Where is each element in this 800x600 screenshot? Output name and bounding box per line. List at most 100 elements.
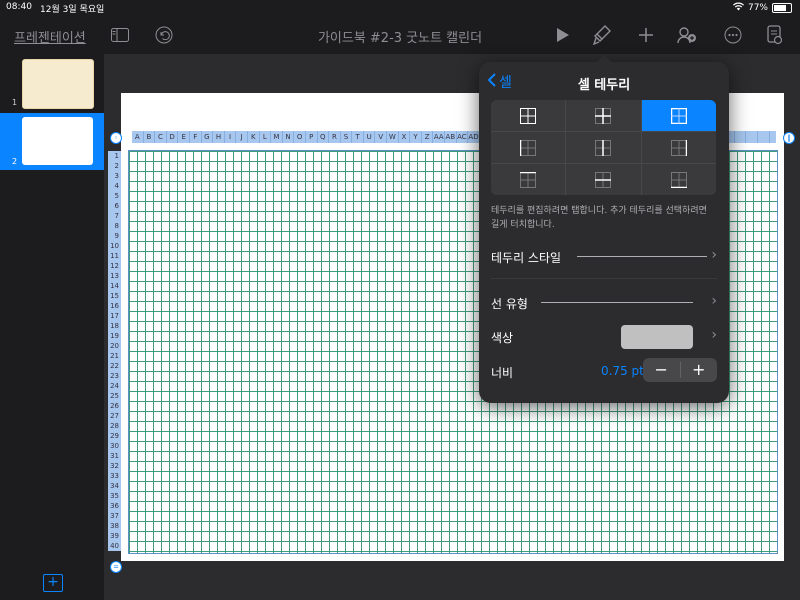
row-header[interactable]: 10 — [108, 241, 121, 251]
row-header[interactable]: 27 — [108, 411, 121, 421]
column-header[interactable] — [770, 131, 776, 143]
column-header[interactable] — [746, 131, 759, 143]
column-header[interactable]: F — [190, 131, 202, 143]
border-bottom-icon[interactable] — [641, 164, 716, 195]
column-header[interactable]: M — [271, 131, 283, 143]
column-header[interactable]: R — [329, 131, 341, 143]
row-header[interactable]: 17 — [108, 311, 121, 321]
row-header[interactable]: 33 — [108, 471, 121, 481]
row-header[interactable]: 2 — [108, 161, 121, 171]
border-outside-icon[interactable] — [641, 100, 716, 131]
row-header[interactable]: 1 — [108, 151, 121, 161]
row-header[interactable]: 38 — [108, 521, 121, 531]
column-header[interactable]: Z — [422, 131, 434, 143]
row-header[interactable]: 23 — [108, 371, 121, 381]
column-header[interactable]: C — [155, 131, 167, 143]
row-header[interactable]: 18 — [108, 321, 121, 331]
row-header[interactable]: 7 — [108, 211, 121, 221]
border-right-icon[interactable] — [641, 132, 716, 163]
row-header[interactable]: 32 — [108, 461, 121, 471]
row-header[interactable]: 35 — [108, 491, 121, 501]
border-vertical-center-icon[interactable] — [566, 132, 641, 163]
row-header[interactable]: 29 — [108, 431, 121, 441]
row-header[interactable]: 11 — [108, 251, 121, 261]
column-header[interactable]: P — [306, 131, 318, 143]
color-swatch[interactable] — [621, 325, 693, 349]
line-type-row[interactable]: 선 유형 › — [491, 287, 717, 317]
row-header[interactable]: 37 — [108, 511, 121, 521]
row-header[interactable]: 4 — [108, 181, 121, 191]
width-value[interactable]: 0.75 pt — [601, 364, 644, 378]
column-header[interactable]: L — [260, 131, 272, 143]
row-header[interactable]: 5 — [108, 191, 121, 201]
increment-button[interactable]: + — [681, 358, 718, 382]
row-header[interactable]: 9 — [108, 231, 121, 241]
column-header[interactable]: AC — [457, 131, 469, 143]
slide-thumb-2-container[interactable]: 2 — [0, 113, 104, 170]
column-header[interactable]: O — [294, 131, 306, 143]
row-header[interactable]: 21 — [108, 351, 121, 361]
slide-thumb-1-container[interactable]: 1 — [0, 54, 104, 114]
column-header[interactable]: AB — [445, 131, 457, 143]
border-style-row[interactable]: 테두리 스타일 › — [491, 241, 717, 271]
table-handle-top-left[interactable]: ◦ — [110, 132, 122, 144]
row-header[interactable]: 8 — [108, 221, 121, 231]
row-header[interactable]: 24 — [108, 381, 121, 391]
column-header[interactable]: K — [248, 131, 260, 143]
slide-thumbnail[interactable] — [22, 59, 94, 109]
row-header[interactable]: 30 — [108, 441, 121, 451]
column-header[interactable]: I — [225, 131, 237, 143]
row-header[interactable]: 28 — [108, 421, 121, 431]
column-header[interactable]: W — [387, 131, 399, 143]
column-header[interactable] — [735, 131, 747, 143]
row-header[interactable]: 36 — [108, 501, 121, 511]
decrement-button[interactable]: − — [643, 358, 680, 382]
color-row[interactable]: 색상 › — [491, 321, 717, 351]
column-header[interactable]: T — [352, 131, 364, 143]
add-slide-icon[interactable]: + — [43, 574, 63, 592]
document-options-icon[interactable] — [764, 24, 786, 46]
row-header[interactable]: 6 — [108, 201, 121, 211]
row-header[interactable]: 25 — [108, 391, 121, 401]
row-header[interactable]: 31 — [108, 451, 121, 461]
column-header[interactable]: H — [213, 131, 225, 143]
column-header[interactable]: D — [167, 131, 179, 143]
row-header[interactable]: 39 — [108, 531, 121, 541]
row-header[interactable]: 19 — [108, 331, 121, 341]
border-left-icon[interactable] — [491, 132, 566, 163]
column-header[interactable]: J — [236, 131, 248, 143]
row-header[interactable]: 40 — [108, 541, 121, 551]
row-header[interactable]: 20 — [108, 341, 121, 351]
column-header[interactable]: Y — [410, 131, 422, 143]
play-icon[interactable] — [552, 24, 574, 46]
column-header[interactable]: N — [283, 131, 295, 143]
column-header[interactable]: E — [178, 131, 190, 143]
row-header[interactable]: 3 — [108, 171, 121, 181]
row-header[interactable]: 13 — [108, 271, 121, 281]
table-handle-bottom[interactable]: = — [110, 561, 122, 573]
border-inside-icon[interactable] — [566, 100, 641, 131]
column-header[interactable]: A — [132, 131, 144, 143]
column-header[interactable]: G — [202, 131, 214, 143]
row-header[interactable]: 34 — [108, 481, 121, 491]
column-header[interactable]: V — [375, 131, 388, 143]
row-header[interactable]: 22 — [108, 361, 121, 371]
column-header[interactable]: B — [144, 131, 156, 143]
border-top-icon[interactable] — [491, 164, 566, 195]
row-header[interactable]: 26 — [108, 401, 121, 411]
border-all-icon[interactable] — [491, 100, 566, 131]
column-header[interactable] — [758, 131, 770, 143]
column-header[interactable]: S — [341, 131, 353, 143]
more-icon[interactable] — [722, 24, 744, 46]
row-header[interactable]: 14 — [108, 281, 121, 291]
column-header[interactable]: X — [399, 131, 411, 143]
table-handle-right[interactable]: ‖ — [783, 132, 795, 144]
row-header[interactable]: 12 — [108, 261, 121, 271]
format-brush-icon[interactable] — [591, 24, 613, 46]
column-header[interactable]: AA — [433, 131, 446, 143]
row-header[interactable]: 16 — [108, 301, 121, 311]
row-headers[interactable]: 1 2 3 4 5 6 7 8 9 10 11 12 13 14 15 16 17 18 19 20 21 22 23 24 2… — [108, 151, 121, 551]
slide-thumbnail[interactable] — [22, 117, 93, 165]
column-header[interactable]: U — [364, 131, 376, 143]
row-header[interactable]: 15 — [108, 291, 121, 301]
